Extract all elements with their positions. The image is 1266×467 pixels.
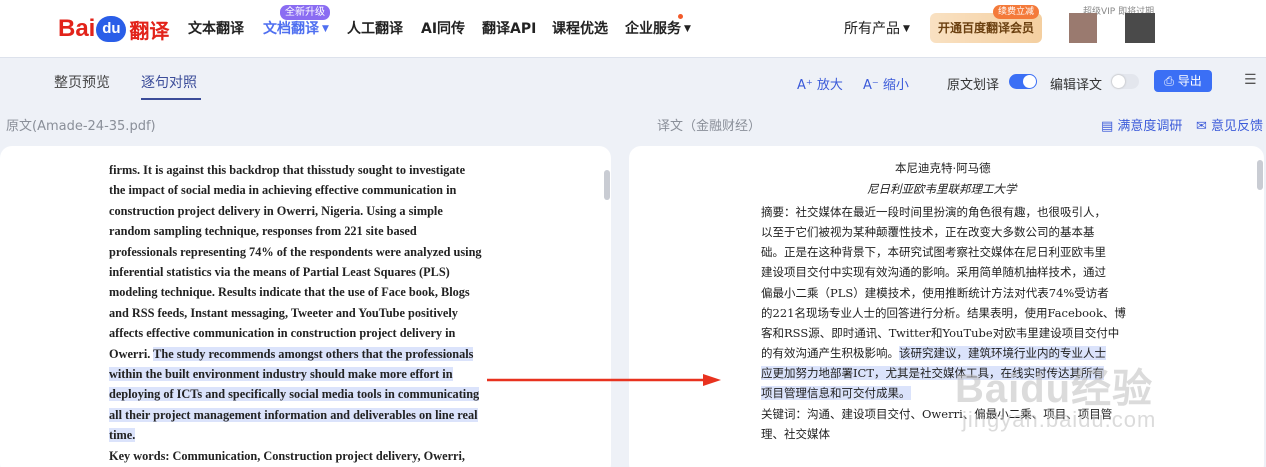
source-highlight-toggle[interactable] [1009,74,1037,89]
tab-sentence-comparison[interactable]: 逐句对照 [141,72,197,92]
export-label: 导出 [1177,74,1202,88]
target-line: 的221名现场专业人士的回答进行分析。结果表明，使用Facebook、博 [761,306,1126,320]
target-domain-label: 译文（金融财经） [657,119,762,134]
source-line: inferential statistics via the means of … [109,265,450,279]
source-highlighted-segment[interactable]: The study recommends amongst others that… [153,347,474,361]
notification-dot [678,14,683,19]
source-plain-segment: Owerri. [109,347,154,361]
source-highlighted-segment: deploying of ICTs and specifically socia… [109,387,480,401]
source-line: random sampling technique, responses fro… [109,224,417,238]
source-line: professionals representing 74% of the re… [109,245,482,259]
more-menu-icon[interactable]: ☰ [1244,72,1257,88]
source-line: and RSS feeds, Instant messaging, Tweete… [109,306,458,320]
source-highlighted-line[interactable]: all their project management information… [109,405,478,425]
translated-affiliation: 尼日利亚欧韦里联邦理工大学 [867,182,1017,196]
feedback-label: 意见反馈 [1211,119,1264,134]
source-line: modeling technique. Results indicate tha… [109,285,470,299]
zoom-in-button[interactable]: A⁺ 放大 [797,74,843,93]
source-highlighted-segment: time. [109,428,136,442]
edit-translation-label: 编辑译文 [1050,78,1103,93]
translated-author: 本尼迪克特·阿马德 [895,161,991,175]
target-highlighted-segment: 项目管理信息和可交付成果。 [761,386,911,400]
source-file-label: 原文(Amade-24-35.pdf) [6,119,156,134]
chevron-down-icon: ▼ [684,24,691,34]
export-button[interactable]: ⎙ 导出 [1154,70,1212,92]
target-line: 偏最小二乘（PLS）建模技术，使用推断统计方法对代表74%受访者 [761,286,1109,300]
tab-full-page-preview[interactable]: 整页预览 [54,72,110,92]
target-line: 以至于它们被视为某种颠覆性技术，正在改变大多数公司的基本基 [761,225,1095,239]
document-toolbar: 整页预览 逐句对照 A⁺ 放大 A⁻ 缩小 原文划译 编辑译文 ⎙ 导出 ☰ [0,57,1266,103]
feedback-link[interactable]: ✉ 意见反馈 [1196,115,1263,134]
source-scrollbar[interactable] [604,170,610,200]
logo-bai-text: Bai [58,15,96,42]
target-line: 客和RSS源、即时通讯、Twitter和YouTube对欧韦里建设项目交付中 [761,326,1120,340]
baidu-fanyi-logo[interactable]: Bai du 翻译 [58,12,169,46]
chevron-down-icon: ▼ [322,24,329,34]
nav-text-translation[interactable]: 文本翻译 [188,18,244,38]
edit-translation-toggle[interactable] [1111,74,1139,89]
toggle-knob [1023,75,1036,88]
mail-icon: ✉ [1196,119,1212,134]
source-highlight-label: 原文划译 [947,78,1000,93]
user-avatar-secondary[interactable] [1125,13,1155,43]
translation-scrollbar[interactable] [1257,160,1263,190]
source-line-mixed: Owerri. The study recommends amongst oth… [109,344,474,364]
source-line: firms. It is against this backdrop that … [109,163,466,177]
all-products-menu[interactable]: 所有产品 ▼ [844,18,910,38]
arrow-head [703,374,721,386]
baidu-jingyan-watermark: Baidu经验 [955,367,1154,411]
source-line: construction project delivery in Owerri,… [109,204,443,218]
target-plain-segment: 的有效沟通产生积极影响。 [761,346,899,360]
source-highlighted-line[interactable]: within the built environment industry sh… [109,364,453,384]
nav-ai-simultaneous[interactable]: AI同传 [421,18,465,38]
nav-document-translation[interactable]: 文档翻译 ▼ [263,18,329,38]
logo-paw-icon: du [96,16,127,42]
renew-discount-tag: 续费立减 [993,5,1040,19]
nav-enterprise-services[interactable]: 企业服务 ▼ [625,18,691,38]
zoom-out-button[interactable]: A⁻ 缩小 [863,74,909,93]
active-tab-indicator [141,98,201,100]
source-highlighted-line[interactable]: time. [109,425,136,445]
nav-document-translation-label: 文档翻译 [263,21,319,37]
nav-translation-api[interactable]: 翻译API [482,18,536,38]
chevron-down-icon: ▼ [903,24,910,34]
satisfaction-survey-link[interactable]: ▤ 满意度调研 [1101,115,1182,134]
nav-enterprise-services-label: 企业服务 [625,21,681,37]
source-highlighted-line[interactable]: deploying of ICTs and specifically socia… [109,384,480,404]
logo-fanyi-text: 翻译 [129,18,170,43]
source-line: the impact of social media in achieving … [109,183,457,197]
survey-label: 满意度调研 [1117,119,1183,134]
red-arrow-annotation [487,374,721,386]
source-highlighted-segment: within the built environment industry sh… [109,367,453,381]
watermark-url: jingyan.baidu.com [962,407,1157,432]
nav-courses[interactable]: 课程优选 [552,18,608,38]
target-line: 建设项目交付中实现有效沟通的影响。采用简单随机抽样技术，通过 [761,265,1106,279]
target-line: 础。正是在这种背景下，本研究试图考察社交媒体在尼日利亚欧韦里 [761,245,1106,259]
top-navigation-bar: Bai du 翻译 文本翻译 文档翻译 ▼ 全新升级 人工翻译 AI同传 翻译API … [0,0,1266,57]
all-products-label: 所有产品 [844,21,900,37]
nav-human-translation[interactable]: 人工翻译 [347,18,403,38]
target-keywords-line: 理、社交媒体 [761,427,830,441]
source-keywords-line: Key words: Communication, Construction p… [109,449,465,463]
survey-icon: ▤ [1101,119,1118,134]
target-highlighted-line[interactable]: 项目管理信息和可交付成果。 [761,383,911,403]
export-icon: ⎙ [1164,74,1178,88]
user-avatar[interactable] [1069,13,1097,43]
target-line: 摘要：社交媒体在最近一段时间里扮演的角色很有趣，也很吸引人， [761,205,1106,219]
source-highlighted-segment: all their project management information… [109,408,478,422]
source-line: affects effective communication in const… [109,326,456,340]
new-upgrade-badge: 全新升级 [280,5,330,20]
toggle-knob [1112,75,1125,88]
